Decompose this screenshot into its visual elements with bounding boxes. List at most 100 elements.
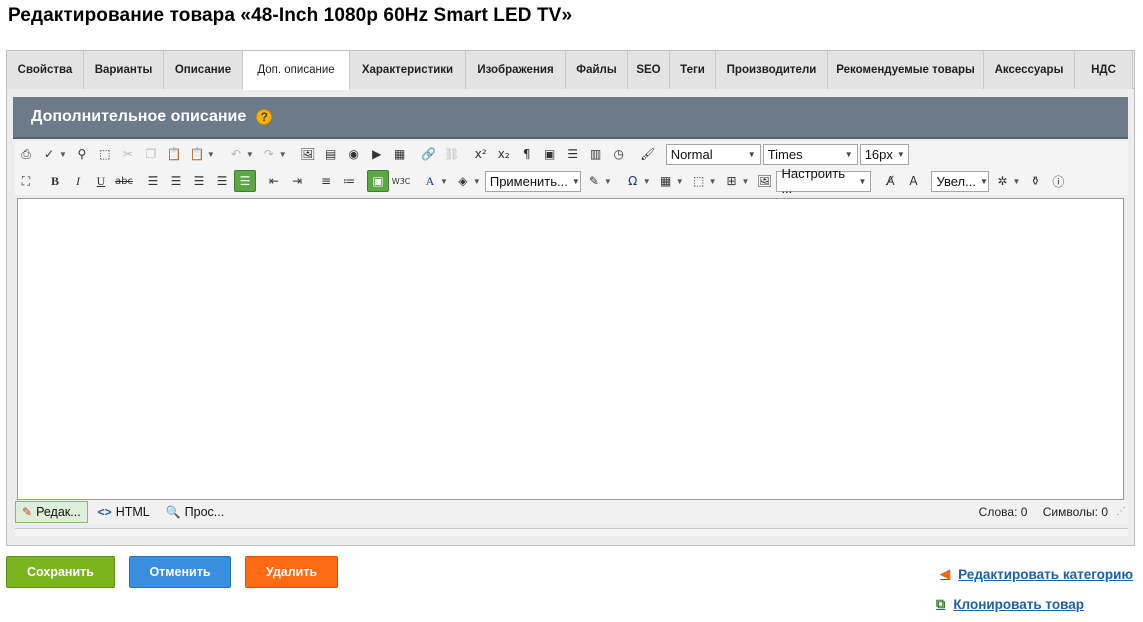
select-all-icon[interactable]: ⬚ [94,143,116,165]
cut-icon[interactable]: ✂ [117,143,139,165]
bold-icon[interactable]: B [44,170,66,192]
find-icon[interactable]: ⚲ [71,143,93,165]
align-justify-icon[interactable]: ☰ [211,170,233,192]
outdent-icon[interactable]: ⇤ [263,170,285,192]
chevron-down-icon[interactable]: ▼ [207,150,215,159]
tab-accessories[interactable]: Аксессуары [984,51,1075,89]
background-color-icon[interactable]: ◈ [452,170,474,192]
delete-button[interactable]: Удалить [245,556,338,588]
image-manager-icon[interactable]: 🖼 [753,170,775,192]
special-char-icon[interactable]: Ω [622,170,644,192]
save-button[interactable]: Сохранить [6,556,115,588]
tab-characteristics[interactable]: Характеристики [350,51,466,89]
zoom-select[interactable]: Увел... ▼ [931,170,990,192]
chevron-down-icon[interactable]: ▼ [604,177,612,186]
tab-properties[interactable]: Свойства [7,51,84,89]
content-edit-area[interactable] [17,198,1124,500]
align-left-icon[interactable]: ☰ [142,170,164,192]
tab-description[interactable]: Описание [164,51,243,89]
resize-grip-icon[interactable]: ⋰ [1116,506,1126,517]
strikethrough-icon[interactable]: abc [113,170,135,192]
image-icon[interactable]: 🖼 [297,143,319,165]
paste-icon[interactable]: 📋 [163,143,185,165]
w3c-validate-icon[interactable]: W3C [390,170,412,192]
cancel-button[interactable]: Отменить [129,556,231,588]
copy-icon[interactable]: ❐ [140,143,162,165]
edit-category-link[interactable]: ◀ Редактировать категорию [940,566,1133,582]
media-icon[interactable]: ▶ [366,143,388,165]
characters-count: Символы: 0 [1042,505,1108,519]
clone-product-link[interactable]: ⧉ Клонировать товар [936,596,1084,612]
underline-icon[interactable]: U [90,170,112,192]
insert-element-icon[interactable]: ⊞ [721,170,743,192]
chevron-down-icon[interactable]: ▼ [676,177,684,186]
clean-format-icon[interactable]: ✎ [583,170,605,192]
text-direction-rtl-icon[interactable]: A [902,170,924,192]
link-icon[interactable]: 🔗 [418,143,440,165]
form-icon[interactable]: ▥ [585,143,607,165]
paragraph-icon[interactable]: ¶ [516,143,538,165]
section-header: Дополнительное описание ? [13,97,1128,139]
clock-icon[interactable]: ◷ [608,143,630,165]
text-color-icon[interactable]: A [419,170,441,192]
chevron-down-icon[interactable]: ▼ [279,150,287,159]
align-center-icon[interactable]: ☰ [165,170,187,192]
preview-mode-tab[interactable]: 🔍 Прос... [160,501,231,523]
chevron-down-icon[interactable]: ▼ [473,177,481,186]
code-icon: <> [97,505,112,519]
tab-manufacturers[interactable]: Производители [716,51,828,89]
template-icon[interactable]: ▦ [389,143,411,165]
help-icon[interactable]: ? [256,109,273,125]
design-mode-tab[interactable]: ✎ Редак... [15,501,88,523]
chevron-down-icon[interactable]: ▼ [246,150,254,159]
italic-icon[interactable]: I [67,170,89,192]
module-icon[interactable]: ✲ [991,170,1013,192]
document-icon[interactable]: ▤ [320,143,342,165]
about-icon[interactable]: ⓘ [1047,170,1069,192]
indent-icon[interactable]: ⇥ [286,170,308,192]
snippet-icon[interactable]: ⚱ [1024,170,1046,192]
font-family-select[interactable]: Times ▼ [762,143,858,165]
chevron-down-icon[interactable]: ▼ [709,177,717,186]
tab-images[interactable]: Изображения [466,51,566,89]
layer-icon[interactable]: ⬚ [688,170,710,192]
editor-status-bar: ✎ Редак... <> HTML 🔍 Прос... Слова: 0 Си… [15,500,1128,524]
paragraph-format-select[interactable]: Normal ▼ [665,143,761,165]
clipboard-icon[interactable]: ▣ [539,143,561,165]
tab-variants[interactable]: Варианты [84,51,164,89]
chevron-down-icon[interactable]: ▼ [1012,177,1020,186]
paste-special-icon[interactable]: 📋 [186,143,208,165]
flash-icon[interactable]: ◉ [343,143,365,165]
superscript-icon[interactable]: x² [470,143,492,165]
configure-select[interactable]: Настроить ... ▼ [776,166,872,196]
unordered-list-icon[interactable]: ≔ [338,170,360,192]
align-right-icon[interactable]: ☰ [188,170,210,192]
html-mode-tab[interactable]: <> HTML [92,501,156,523]
tab-tags[interactable]: Теги [670,51,716,89]
visual-aid-icon[interactable]: ▣ [367,170,389,192]
unlink-icon[interactable]: ⛓ [441,143,463,165]
spellcheck-icon[interactable]: ✓ [38,143,60,165]
tab-recommended[interactable]: Рекомендуемые товары [828,51,984,89]
tab-vat[interactable]: НДС [1075,51,1133,89]
format-brush-icon[interactable]: 🖌 [637,143,659,165]
horizontal-rule-icon[interactable]: ☰ [562,143,584,165]
tab-extra-description[interactable]: Доп. описание [243,51,350,90]
justify-full-icon[interactable]: ☰ [234,170,256,192]
font-size-select[interactable]: 16px ▼ [859,143,909,165]
text-direction-ltr-icon[interactable]: A̸ [879,170,901,192]
ordered-list-icon[interactable]: ≡ [315,170,337,192]
chevron-down-icon[interactable]: ▼ [59,150,67,159]
fullscreen-icon[interactable]: ⛶ [15,170,37,192]
tab-seo[interactable]: SEO [628,51,670,89]
print-icon[interactable]: ⎙ [15,143,37,165]
undo-icon[interactable]: ↶ [225,143,247,165]
redo-icon[interactable]: ↷ [258,143,280,165]
subscript-icon[interactable]: x₂ [493,143,515,165]
apply-style-select[interactable]: Применить... ▼ [484,170,581,192]
chevron-down-icon[interactable]: ▼ [440,177,448,186]
table-icon[interactable]: ▦ [655,170,677,192]
chevron-down-icon[interactable]: ▼ [742,177,750,186]
tab-files[interactable]: Файлы [566,51,628,89]
chevron-down-icon[interactable]: ▼ [643,177,651,186]
